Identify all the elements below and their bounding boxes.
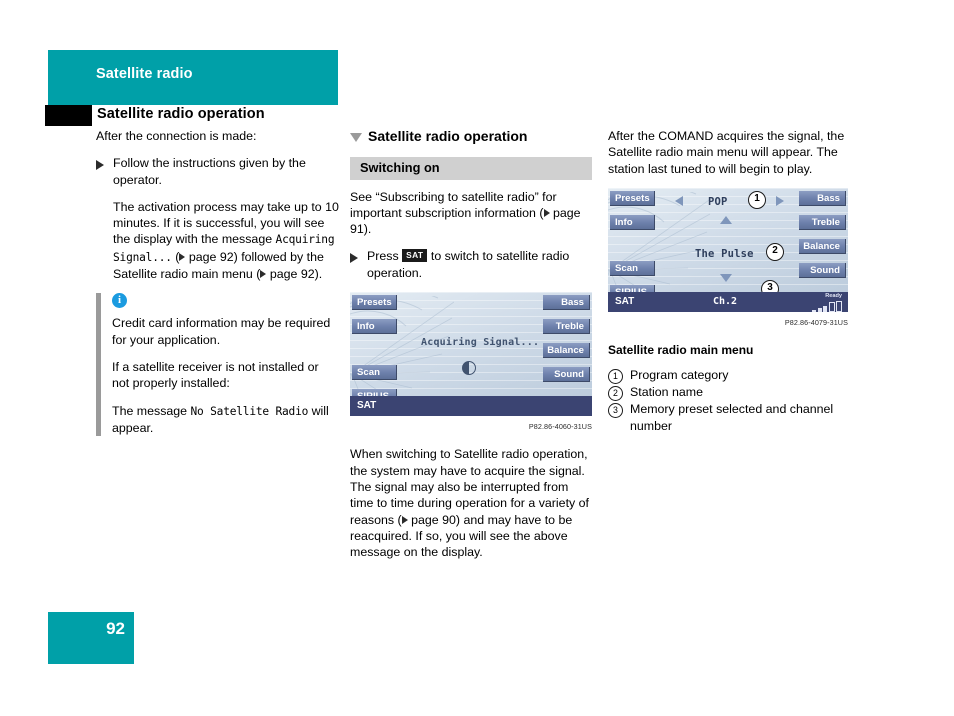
screen-button-sound[interactable]: Sound <box>543 367 590 383</box>
info-icon: i <box>112 293 127 309</box>
legend-text-1: Program category <box>630 368 729 383</box>
legend-item-2: 2 Station name <box>608 384 848 402</box>
half-moon-busy-icon <box>462 361 476 376</box>
legend-item-3: 3 Memory preset selected and channel num… <box>608 401 848 434</box>
screen-button-treble[interactable]: Treble <box>543 319 590 335</box>
right-column: After the COMAND acquires the signal, th… <box>608 128 848 434</box>
callout-marker-2: 2 <box>766 242 784 261</box>
screen-button-presets-2[interactable]: Presets <box>610 190 655 206</box>
note-sidebar-rule <box>96 293 101 437</box>
comand-screen-acquiring: Presets Info Scan SIRIUS Bass Treble Bal… <box>350 292 592 417</box>
left-step-1-text: Follow the instructions given by the ope… <box>113 156 306 187</box>
middle-column: Satellite radio operation Switching on S… <box>350 128 592 560</box>
note-paragraph-2: If a satellite receiver is not installed… <box>112 359 319 391</box>
sat-key-icon: SAT <box>402 249 428 263</box>
left-info-note: i Credit card information may be require… <box>96 293 339 437</box>
screen-button-info-2[interactable]: Info <box>610 214 655 230</box>
legend-number-2: 2 <box>608 386 623 402</box>
screen-button-bass[interactable]: Bass <box>543 295 590 311</box>
status-ready-label: Ready <box>825 292 842 299</box>
note-body: i Credit card information may be require… <box>112 293 339 436</box>
middle-step-1: Press SAT to switch to satellite radio o… <box>350 248 592 281</box>
legend-text-2: Station name <box>630 385 704 400</box>
screen-button-balance[interactable]: Balance <box>543 343 590 359</box>
middle-step-1-text: Press SAT to switch to satellite radio o… <box>367 248 592 281</box>
screen-status-message: Acquiring Signal... <box>421 337 540 349</box>
right-figure-reference: P82.86-4079-31US <box>784 317 848 327</box>
screen-button-scan-2[interactable]: Scan <box>610 260 655 276</box>
middle-paragraph-1: See “Subscribing to satellite radio” for… <box>350 189 592 238</box>
middle-figure-reference: P82.86-4060-31US <box>528 422 592 432</box>
station-down-arrow-icon[interactable] <box>720 273 732 282</box>
step-triangle-icon <box>96 160 104 171</box>
page-ref-triangle-icon <box>179 252 186 261</box>
screen-button-info[interactable]: Info <box>352 319 397 335</box>
screen-button-bass-2[interactable]: Bass <box>799 190 846 206</box>
screen-status-bar-2: SAT Ch.2 Ready <box>608 291 848 312</box>
chapter-title: Satellite radio <box>96 66 193 82</box>
right-intro: After the COMAND acquires the signal, th… <box>608 129 845 176</box>
screen-program-category: POP <box>708 195 728 208</box>
page-ref-triangle-icon-4 <box>401 515 408 524</box>
screen-button-treble-2[interactable]: Treble <box>799 214 846 230</box>
screen-button-sound-2[interactable]: Sound <box>799 262 846 278</box>
page-ref-triangle-icon-3 <box>543 208 550 217</box>
note-paragraph-3: The message No Satellite Radio will appe… <box>112 403 339 437</box>
next-category-arrow-icon[interactable] <box>776 195 784 206</box>
left-step-1: Follow the instructions given by the ope… <box>96 155 339 188</box>
screen-button-presets[interactable]: Presets <box>352 295 397 311</box>
screen-button-scan[interactable]: Scan <box>352 365 397 381</box>
step-triangle-icon-2 <box>350 253 358 264</box>
middle-paragraph-2: When switching to Satellite radio operat… <box>350 446 592 560</box>
section-marker-block <box>45 105 92 126</box>
status-source-label-2: SAT <box>615 295 635 307</box>
page-number-block: 92 <box>48 612 134 664</box>
page-number: 92 <box>106 619 125 638</box>
legend-item-1: 1 Program category <box>608 367 848 385</box>
signal-strength-icon <box>812 300 842 312</box>
page-ref-triangle-icon-2 <box>260 270 267 279</box>
note3-a: The message <box>112 403 191 418</box>
legend-text-3: Memory preset selected and channel numbe… <box>630 402 834 433</box>
middle-section-heading: Satellite radio operation <box>350 128 592 144</box>
left-para1-b: ( <box>171 249 180 264</box>
screen-status-bar: SAT <box>350 396 592 417</box>
left-intro: After the connection is made: <box>96 129 257 143</box>
subsection-heading: Switching on <box>350 157 592 180</box>
left-para1-c: page 92). <box>266 267 323 282</box>
chapter-header-band: Satellite radio <box>48 50 338 105</box>
comand-screen-main-menu: Presets Info Scan SIRIUS Bass Treble Bal… <box>608 187 848 312</box>
right-caption-title: Satellite radio main menu <box>608 343 754 358</box>
note3-mono: No Satellite Radio <box>190 404 309 418</box>
station-up-arrow-icon[interactable] <box>720 215 732 224</box>
callout-marker-1: 1 <box>748 190 766 209</box>
status-channel-label: Ch.2 <box>713 295 738 307</box>
mid-step-a: Press <box>367 249 403 264</box>
section-triangle-icon <box>350 133 362 142</box>
screen-button-balance-2[interactable]: Balance <box>799 238 846 254</box>
left-column: After the connection is made: Follow the… <box>96 128 339 437</box>
left-paragraph-1: The activation process may take up to 10… <box>113 199 339 282</box>
legend-number-1: 1 <box>608 369 623 385</box>
section-title: Satellite radio operation <box>97 106 265 122</box>
status-source-label: SAT <box>357 400 377 412</box>
middle-section-heading-text: Satellite radio operation <box>368 128 528 144</box>
prev-category-arrow-icon[interactable] <box>675 195 683 206</box>
screen-station-name: The Pulse <box>695 247 754 260</box>
mid-para1-a: See “Subscribing to satellite radio” for… <box>350 189 557 220</box>
legend-number-3: 3 <box>608 403 623 419</box>
note-paragraph-1: Credit card information may be required … <box>112 316 331 347</box>
